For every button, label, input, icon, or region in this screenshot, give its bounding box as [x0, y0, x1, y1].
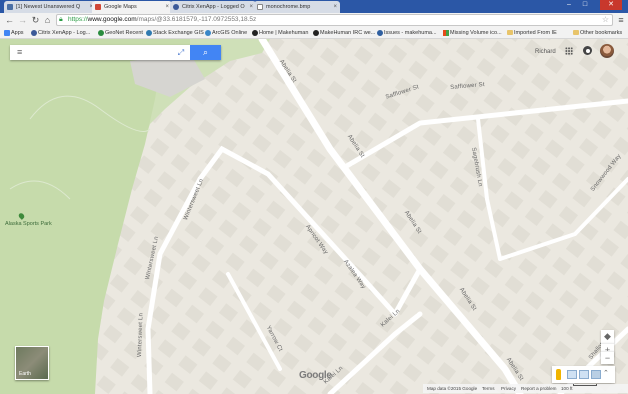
report-problem-link[interactable]: Report a problem [521, 384, 557, 393]
map-base-layer [0, 39, 628, 394]
tab-newest-unanswered[interactable]: [1] Newest Unanswered Q × [4, 1, 96, 13]
bookmark-label: GeoNet Recent [105, 30, 143, 36]
bookmark-makehuman[interactable]: Home | Makehuman [252, 27, 308, 39]
arcgis-icon [205, 30, 211, 36]
google-maps-icon [95, 4, 101, 10]
folder-icon [507, 30, 513, 35]
reload-icon[interactable]: ↻ [30, 14, 41, 26]
browser-toolbar: ← → ↻ ⌂ 🔒︎ https://www.google.com/maps/@… [0, 13, 628, 27]
tab-monochrome[interactable]: monochrome.bmp × [254, 1, 340, 13]
account-name[interactable]: Richard [535, 46, 556, 59]
close-icon[interactable]: × [249, 1, 253, 13]
bookmark-geonet[interactable]: GeoNet Recent [98, 27, 143, 39]
tab-google-maps[interactable]: Google Maps × [92, 1, 172, 13]
tab-citrix[interactable]: Citrix XenApp - Logged O × [170, 1, 256, 13]
bookmark-arcgis[interactable]: ArcGIS Online [205, 27, 247, 39]
close-icon[interactable]: × [165, 1, 169, 13]
bookmark-label: Missing Volume ico... [450, 30, 502, 36]
bookmark-label: MakeHuman IRC we... [320, 30, 376, 36]
bookmark-imported-from-ie[interactable]: Imported From IE [507, 27, 557, 39]
home-icon[interactable]: ⌂ [42, 14, 53, 26]
map-search-box: ≡ ⤢ ⌕ [10, 45, 221, 60]
forward-icon[interactable]: → [17, 14, 28, 26]
close-icon[interactable]: × [333, 1, 337, 13]
bookmark-label: Issues - makehuma... [384, 30, 437, 36]
tab-label: [1] Newest Unanswered Q [16, 4, 81, 10]
stackexchange-icon [146, 30, 152, 36]
imagery-thumbnail-1[interactable] [567, 370, 577, 379]
citrix-icon [31, 30, 37, 36]
bookmark-makehuman-irc[interactable]: MakeHuman IRC we... [313, 27, 375, 39]
issues-icon [377, 30, 383, 36]
scale-bar [573, 384, 597, 386]
imagery-thumbnail-2[interactable] [579, 370, 589, 379]
bookmark-label: Imported From IE [514, 30, 557, 36]
folder-icon [573, 30, 579, 35]
apps-icon [4, 30, 10, 36]
bookmark-other[interactable]: Other bookmarks [573, 27, 622, 39]
file-icon [257, 4, 263, 10]
zoom-out-button[interactable]: − [601, 351, 614, 364]
search-button[interactable]: ⌕ [190, 45, 221, 60]
url-scheme: https:// [68, 16, 88, 23]
avatar[interactable] [600, 44, 614, 58]
compass-icon[interactable]: ◆ [601, 330, 614, 343]
bookmark-label: Home | Makehuman [259, 30, 309, 36]
expand-icon[interactable]: ⌃ [603, 369, 609, 377]
tab-label: Citrix XenApp - Logged O [182, 4, 245, 10]
chrome-menu-icon[interactable]: ≡ [616, 14, 626, 26]
makehuman-icon [252, 30, 258, 36]
tab-strip: [1] Newest Unanswered Q × Google Maps × … [0, 0, 628, 13]
minimize-button[interactable]: – [562, 0, 576, 10]
lock-icon: 🔒︎ [59, 16, 63, 23]
irc-icon [313, 30, 319, 36]
map-data-credit: Map data ©2015 Google [427, 386, 478, 391]
bookmark-label: Apps [11, 30, 24, 36]
url-path: /maps/@33.6181579,-117.0972553,18.5z [136, 16, 257, 23]
url-host: www.google.com [87, 16, 137, 23]
map-footer: Map data ©2015 Google Terms Privacy Repo… [423, 384, 628, 393]
windows-icon [443, 30, 449, 36]
privacy-link[interactable]: Privacy [501, 384, 516, 393]
bookmark-apps[interactable]: Apps [4, 27, 24, 39]
maximize-button[interactable]: □ [578, 0, 592, 10]
bookmark-label: Other bookmarks [580, 30, 623, 36]
bookmark-missing-volume[interactable]: Missing Volume ico... [443, 27, 502, 39]
stackexchange-icon [7, 4, 13, 10]
earth-label: Earth [19, 371, 31, 377]
scale-label: 100 ft [561, 386, 573, 391]
back-icon[interactable]: ← [4, 14, 15, 26]
bookmark-label: Stack Exchange GIS [153, 30, 204, 36]
bookmark-citrix[interactable]: Citrix XenApp - Log... [31, 27, 90, 39]
notifications-icon[interactable] [583, 46, 592, 55]
bookmark-star-icon[interactable]: ☆ [602, 15, 609, 25]
hamburger-menu-icon[interactable]: ≡ [17, 47, 22, 58]
bookmarks-bar: Apps Citrix XenApp - Log... GeoNet Recen… [0, 27, 628, 39]
citrix-icon [173, 4, 179, 10]
bookmark-label: Citrix XenApp - Log... [38, 30, 91, 36]
geonet-icon [98, 30, 104, 36]
window-close-button[interactable]: ✕ [600, 0, 622, 10]
park-label[interactable]: Alaska Sports Park [5, 221, 52, 227]
tab-label: monochrome.bmp [266, 4, 311, 10]
google-apps-icon[interactable] [565, 47, 573, 55]
address-bar[interactable]: 🔒︎ https://www.google.com/maps/@33.61815… [56, 14, 613, 26]
directions-icon[interactable]: ⤢ [174, 47, 188, 58]
map-bottom-controls: ⌃ [552, 366, 615, 383]
bookmark-stackexchange[interactable]: Stack Exchange GIS [146, 27, 204, 39]
map-canvas[interactable]: Abelia St Safflower St Safflower St Abel… [0, 39, 628, 394]
tab-label: Google Maps [104, 4, 137, 10]
search-icon: ⌕ [202, 47, 209, 57]
earth-view-toggle[interactable]: Earth [15, 346, 49, 380]
bookmark-label: ArcGIS Online [212, 30, 248, 36]
terms-link[interactable]: Terms [482, 384, 495, 393]
pegman-icon[interactable] [556, 369, 561, 380]
bookmark-issues[interactable]: Issues - makehuma... [377, 27, 437, 39]
google-logo: Google [299, 370, 332, 381]
imagery-thumbnail-3[interactable] [591, 370, 601, 379]
